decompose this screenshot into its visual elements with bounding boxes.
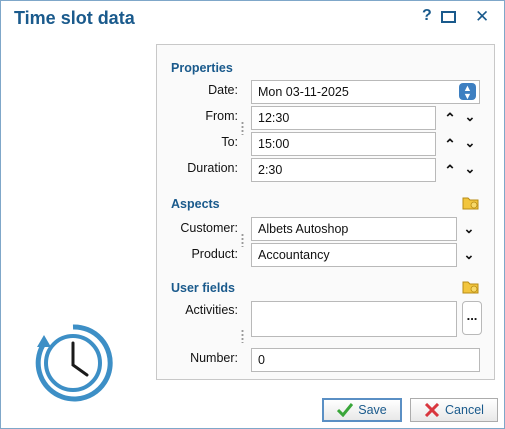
product-select[interactable]: Accountancy: [251, 243, 457, 267]
number-input[interactable]: 0: [251, 348, 480, 372]
customer-label: Customer:: [180, 221, 238, 235]
save-button[interactable]: Save: [322, 398, 402, 422]
to-time-input[interactable]: 15:00: [251, 132, 436, 156]
checkmark-icon: [337, 403, 354, 417]
save-button-label: Save: [358, 403, 387, 417]
to-down-icon[interactable]: ⌄: [462, 135, 478, 151]
date-select[interactable]: Mon 03-11-2025: [251, 80, 480, 104]
to-up-icon[interactable]: ⌃: [442, 136, 458, 152]
duration-label: Duration:: [187, 161, 238, 175]
aspects-folder-icon[interactable]: [462, 196, 479, 210]
help-icon[interactable]: ?: [422, 7, 432, 25]
user-fields-grip-handle[interactable]: [241, 329, 244, 343]
aspects-section-title: Aspects: [171, 197, 220, 211]
activities-more-button[interactable]: ...: [462, 301, 482, 335]
to-label: To:: [221, 135, 238, 149]
dialog-title: Time slot data: [14, 8, 135, 28]
activities-label: Activities:: [185, 303, 238, 317]
user-fields-folder-icon[interactable]: [462, 280, 479, 294]
close-icon[interactable]: ✕: [475, 7, 489, 27]
customer-dropdown-chevron-down-icon[interactable]: ⌄: [461, 221, 477, 237]
from-time-input[interactable]: 12:30: [251, 106, 436, 130]
number-label: Number:: [190, 351, 238, 365]
duration-input[interactable]: 2:30: [251, 158, 436, 182]
activities-textarea[interactable]: [251, 301, 457, 337]
date-label: Date:: [208, 83, 238, 97]
customer-select[interactable]: Albets Autoshop: [251, 217, 457, 241]
product-label: Product:: [191, 247, 238, 261]
from-down-icon[interactable]: ⌄: [462, 109, 478, 125]
product-dropdown-chevron-down-icon[interactable]: ⌄: [461, 247, 477, 263]
maximize-icon[interactable]: [441, 11, 456, 23]
from-label: From:: [205, 109, 238, 123]
time-grip-handle[interactable]: [241, 121, 244, 135]
user-fields-section-title: User fields: [171, 281, 235, 295]
title-bar: Time slot data ? ✕: [1, 1, 504, 33]
date-value: Mon 03-11-2025: [258, 85, 349, 99]
form-panel: Properties Date: Mon 03-11-2025 ▲ ▼ From:…: [156, 44, 495, 380]
cancel-x-icon: [424, 403, 440, 417]
duration-up-icon[interactable]: ⌃: [442, 162, 458, 178]
time-slot-dialog: Time slot data ? ✕ Properties Date: Mon …: [0, 0, 505, 429]
calendar-dropdown-icon[interactable]: ▲ ▼: [459, 83, 476, 101]
from-up-icon[interactable]: ⌃: [442, 110, 458, 126]
duration-down-icon[interactable]: ⌄: [462, 161, 478, 177]
properties-section-title: Properties: [171, 61, 233, 75]
cancel-button[interactable]: Cancel: [410, 398, 498, 422]
cancel-button-label: Cancel: [445, 403, 484, 417]
clock-icon: [35, 324, 113, 402]
aspects-grip-handle[interactable]: [241, 233, 244, 247]
